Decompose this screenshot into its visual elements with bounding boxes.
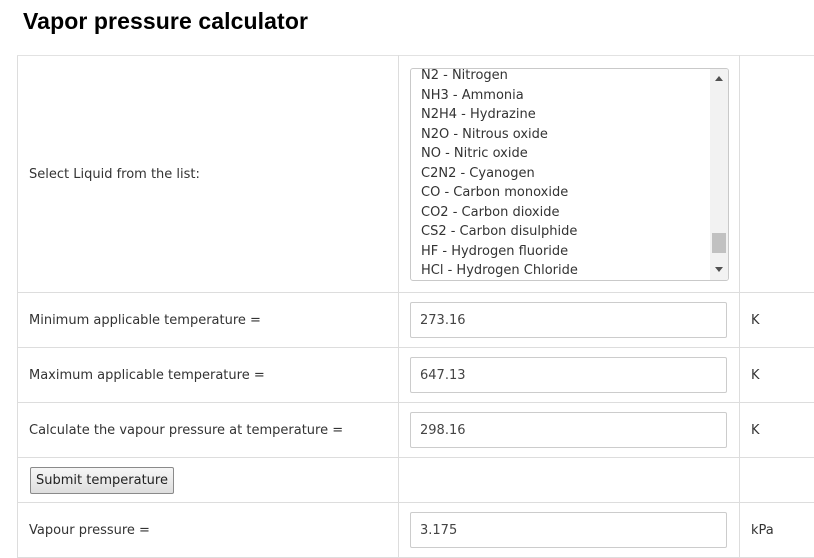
- vapour-pressure-unit: kPa: [740, 503, 814, 558]
- submit-temperature-button[interactable]: Submit temperature: [30, 467, 174, 494]
- listbox-scrollbar[interactable]: [710, 69, 728, 280]
- liquid-listbox[interactable]: N2 - Nitrogen NH3 - Ammonia N2H4 - Hydra…: [410, 68, 729, 281]
- liquid-select-cell: N2 - Nitrogen NH3 - Ammonia N2H4 - Hydra…: [399, 56, 740, 293]
- liquid-select-label: Select Liquid from the list:: [18, 56, 399, 293]
- calc-temp-unit: K: [740, 403, 814, 458]
- max-temp-row: Maximum applicable temperature = K: [18, 348, 814, 403]
- calculator-table: Select Liquid from the list: N2 - Nitrog…: [17, 55, 814, 558]
- liquid-option[interactable]: N2H4 - Hydrazine: [421, 105, 578, 125]
- liquid-option[interactable]: NH3 - Ammonia: [421, 86, 578, 106]
- unit-label: K: [751, 368, 760, 383]
- liquid-options-list: N2 - Nitrogen NH3 - Ammonia N2H4 - Hydra…: [421, 68, 578, 281]
- min-temp-cell: [399, 293, 740, 348]
- max-temp-field[interactable]: [410, 357, 727, 393]
- unit-label: kPa: [751, 523, 774, 538]
- liquid-option[interactable]: CO2 - Carbon dioxide: [421, 203, 578, 223]
- unit-label: K: [751, 313, 760, 328]
- calc-temp-label: Calculate the vapour pressure at tempera…: [18, 403, 399, 458]
- min-temp-field[interactable]: [410, 302, 727, 338]
- min-temp-row: Minimum applicable temperature = K: [18, 293, 814, 348]
- empty-cell: [740, 458, 814, 503]
- result-row: Vapour pressure = kPa: [18, 503, 814, 558]
- unit-label: K: [751, 423, 760, 438]
- liquid-select-row: Select Liquid from the list: N2 - Nitrog…: [18, 56, 814, 293]
- submit-row: Submit temperature: [18, 458, 814, 503]
- min-temp-unit: K: [740, 293, 814, 348]
- liquid-option[interactable]: N2 - Nitrogen: [421, 68, 578, 86]
- liquid-option[interactable]: NO - Nitric oxide: [421, 144, 578, 164]
- scroll-up-arrow-icon[interactable]: [715, 76, 723, 81]
- max-temp-label: Maximum applicable temperature =: [18, 348, 399, 403]
- empty-cell: [740, 56, 814, 293]
- page-title: Vapor pressure calculator: [23, 8, 308, 35]
- min-temp-label: Minimum applicable temperature =: [18, 293, 399, 348]
- scrollbar-thumb[interactable]: [712, 233, 726, 253]
- calc-temp-row: Calculate the vapour pressure at tempera…: [18, 403, 814, 458]
- liquid-option[interactable]: C2N2 - Cyanogen: [421, 164, 578, 184]
- liquid-option[interactable]: HF - Hydrogen fluoride: [421, 242, 578, 262]
- vapour-pressure-cell: [399, 503, 740, 558]
- empty-cell: [399, 458, 740, 503]
- vapour-pressure-field[interactable]: [410, 512, 727, 548]
- liquid-option[interactable]: N2O - Nitrous oxide: [421, 125, 578, 145]
- max-temp-unit: K: [740, 348, 814, 403]
- scroll-down-arrow-icon[interactable]: [715, 267, 723, 272]
- calc-temp-cell: [399, 403, 740, 458]
- submit-cell: Submit temperature: [18, 458, 399, 503]
- vapour-pressure-label: Vapour pressure =: [18, 503, 399, 558]
- liquid-option[interactable]: CS2 - Carbon disulphide: [421, 222, 578, 242]
- liquid-option[interactable]: CO - Carbon monoxide: [421, 183, 578, 203]
- calc-temp-field[interactable]: [410, 412, 727, 448]
- max-temp-cell: [399, 348, 740, 403]
- liquid-option[interactable]: HCl - Hydrogen Chloride: [421, 261, 578, 281]
